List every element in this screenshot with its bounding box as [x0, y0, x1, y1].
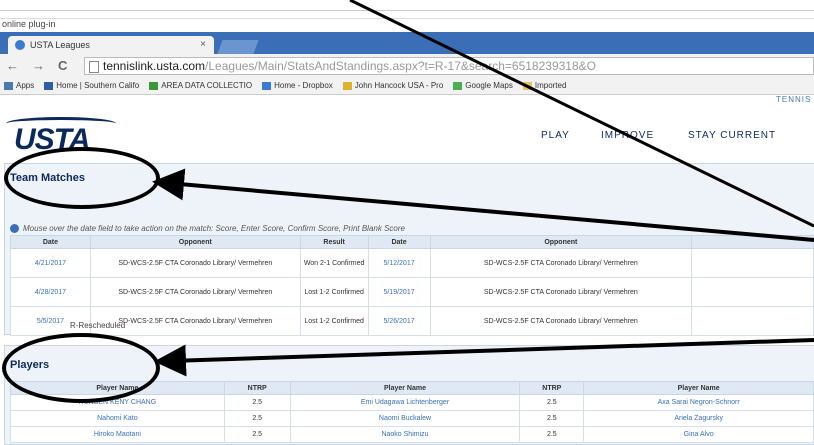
annotation-arrows [152, 0, 814, 377]
annotation-arrow-players [154, 338, 814, 377]
annotation-arrow-team-matches [152, 168, 814, 242]
annotation-line [349, 0, 814, 228]
